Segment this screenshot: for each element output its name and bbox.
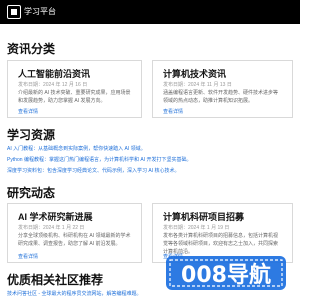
card-date: 发布日期：2024 年 1 月 22 日: [18, 225, 85, 231]
site-title[interactable]: 学习平台: [24, 7, 56, 17]
svg-text:008导航: 008导航: [181, 262, 271, 288]
card-description: 介绍最新的 AI 技术突破、重要研究成果，应用场景和发展趋势，助力您掌握 AI …: [18, 90, 131, 104]
card-description: 分享全球顶级机构、科研机构在 AI 领域最新的学术研究成果、调查报告，助您了解 …: [18, 233, 131, 247]
card-description: 涵盖编程语言更新、软件开发趋势、硬件技术进步等领域的热点动态，助推计算机知识拓展…: [163, 90, 279, 104]
category-card-computer: 计算机技术资讯 发布日期：2024 年 11 月 13 日 涵盖编程语言更新、软…: [152, 60, 293, 118]
card-date: 发布日期：2024 年 11 月 13 日: [163, 82, 232, 88]
card-title[interactable]: 计算机技术资讯: [163, 69, 226, 80]
card-date: 发布日期：2024 年 1 月 19 日: [163, 225, 230, 231]
resource-link[interactable]: 深度学习资料包：包含深度学习经典论文、代码示例，深入学习 AI 核心技术。: [7, 168, 180, 175]
view-details-link[interactable]: 查看详情: [18, 254, 38, 261]
category-card-ai: 人工智能前沿资讯 发布日期：2024 年 12 月 16 日 介绍最新的 AI …: [7, 60, 142, 118]
resource-link[interactable]: AI 入门教程：从基础概念到实际案例，帮你快速踏入 AI 领域。: [7, 146, 146, 153]
logo-icon[interactable]: [7, 5, 21, 19]
card-title[interactable]: 人工智能前沿资讯: [18, 69, 90, 80]
view-details-link[interactable]: 查看详情: [18, 109, 38, 116]
partner-link[interactable]: 技术问答社区 - 全球最大的程序员交流网站，解答编程难题。: [7, 291, 141, 298]
research-card-ai: AI 学术研究新进展 发布日期：2024 年 1 月 22 日 分享全球顶级机构…: [7, 203, 142, 263]
top-navbar: 学习平台: [0, 0, 300, 24]
section-title-partners: 优质相关社区推荐: [7, 273, 104, 287]
section-title-categories: 资讯分类: [7, 42, 56, 56]
watermark-logo: 008导航: [166, 256, 286, 290]
resource-link[interactable]: Python 编程教程：掌握这门热门编程语言，为计算机科学和 AI 开发打下坚实…: [7, 157, 191, 164]
card-title[interactable]: AI 学术研究新进展: [18, 212, 93, 223]
view-details-link[interactable]: 查看详情: [163, 109, 183, 116]
card-date: 发布日期：2024 年 12 月 16 日: [18, 82, 88, 88]
card-title[interactable]: 计算机科研项目招募: [163, 212, 244, 223]
section-title-research: 研究动态: [7, 186, 56, 200]
section-title-resources: 学习资源: [7, 128, 56, 142]
